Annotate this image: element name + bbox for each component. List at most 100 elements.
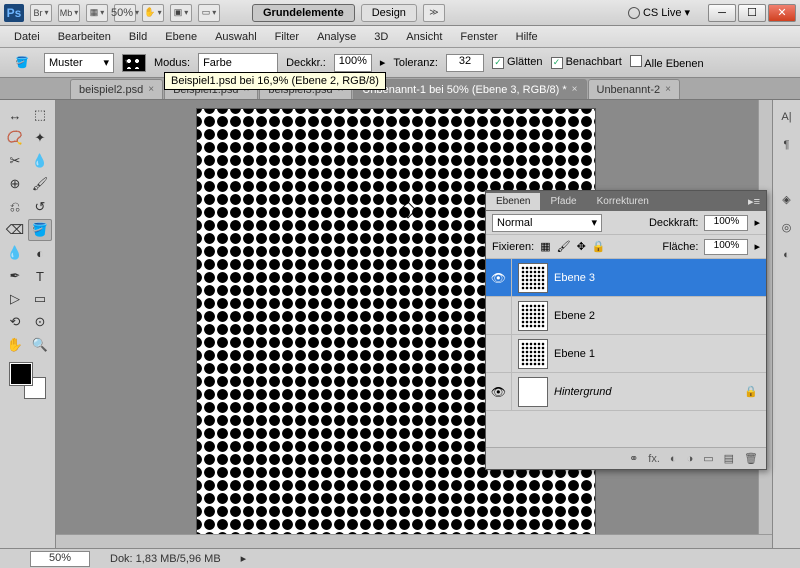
fx-icon[interactable]: fx. [648, 453, 660, 465]
menu-auswahl[interactable]: Auswahl [207, 28, 265, 46]
type-tool[interactable]: T [28, 265, 52, 287]
path-tool[interactable]: ▷ [3, 288, 27, 310]
view-extras-button[interactable]: ▦ [86, 4, 108, 22]
menu-ebene[interactable]: Ebene [157, 28, 205, 46]
screen-mode-button[interactable]: ▭ [198, 4, 220, 22]
visibility-toggle[interactable]: 👁 [486, 373, 512, 410]
mode-select[interactable]: Farbe [198, 53, 278, 73]
close-button[interactable]: ✕ [768, 4, 796, 22]
brush-tool[interactable]: 🖌 [28, 173, 52, 195]
lock-all-icon[interactable]: 🔒 [592, 240, 606, 253]
close-icon[interactable]: × [665, 84, 671, 95]
layer-thumb[interactable] [518, 263, 548, 293]
visibility-toggle[interactable]: 👁 [486, 259, 512, 296]
lock-position-icon[interactable]: ✥ [577, 240, 586, 253]
group-icon[interactable]: ▭ [703, 452, 713, 465]
stamp-tool[interactable]: ⎌ [3, 196, 27, 218]
cslive-button[interactable]: CS Live ▾ [622, 4, 696, 21]
menu-filter[interactable]: Filter [267, 28, 307, 46]
maximize-button[interactable]: ☐ [738, 4, 766, 22]
fg-color-swatch[interactable] [10, 363, 32, 385]
shape-tool[interactable]: ▭ [28, 288, 52, 310]
hand-tool-button[interactable]: ✋ [142, 4, 164, 22]
wand-tool[interactable]: ✦ [28, 127, 52, 149]
tab-unbenannt2[interactable]: Unbenannt-2× [588, 79, 680, 99]
bucket-tool[interactable]: 🪣 [28, 219, 52, 241]
tab-beispiel2[interactable]: beispiel2.psd× [70, 79, 163, 99]
eraser-tool[interactable]: ⌫ [3, 219, 27, 241]
layer-opacity-input[interactable]: 100% [704, 215, 748, 231]
paths-panel-icon[interactable]: ◐ [776, 244, 798, 266]
workspace-grundelemente[interactable]: Grundelemente [252, 4, 355, 22]
menu-3d[interactable]: 3D [366, 28, 396, 46]
heal-tool[interactable]: ⊕ [3, 173, 27, 195]
menu-fenster[interactable]: Fenster [452, 28, 505, 46]
bridge-button[interactable]: Br [30, 4, 52, 22]
link-layers-icon[interactable]: ⚭ [629, 452, 638, 465]
close-icon[interactable]: × [572, 84, 578, 95]
lasso-tool[interactable]: 📿 [3, 127, 27, 149]
zoom-tool[interactable]: 🔍 [28, 334, 52, 356]
pen-tool[interactable]: ✒ [3, 265, 27, 287]
layer-row[interactable]: Ebene 1 [486, 335, 766, 373]
history-brush-tool[interactable]: ↺ [28, 196, 52, 218]
blend-mode-select[interactable]: Normal▾ [492, 214, 602, 232]
minimize-button[interactable]: ─ [708, 4, 736, 22]
panel-menu-icon[interactable]: ▸≡ [742, 195, 766, 208]
3d-tool[interactable]: ⟲ [3, 311, 27, 333]
arrange-button[interactable]: ▣ [170, 4, 192, 22]
horizontal-scrollbar[interactable] [56, 534, 772, 548]
antialias-checkbox[interactable]: ✓ Glätten [492, 56, 543, 69]
tolerance-input[interactable]: 32 [446, 54, 484, 72]
channels-panel-icon[interactable]: ◎ [776, 216, 798, 238]
layer-name[interactable]: Ebene 3 [554, 272, 595, 284]
panel-tab-ebenen[interactable]: Ebenen [486, 193, 540, 210]
fill-source-select[interactable]: Muster▾ [44, 53, 114, 73]
close-icon[interactable]: × [148, 84, 154, 95]
layer-thumb[interactable] [518, 339, 548, 369]
dodge-tool[interactable]: ◐ [28, 242, 52, 264]
move-tool[interactable]: ↔ [3, 104, 27, 126]
layer-name[interactable]: Ebene 1 [554, 348, 595, 360]
layer-row[interactable]: 👁 Ebene 3 [486, 259, 766, 297]
pattern-swatch[interactable] [122, 54, 146, 72]
paragraph-panel-icon[interactable]: ¶ [776, 134, 798, 156]
menu-bearbeiten[interactable]: Bearbeiten [50, 28, 119, 46]
lock-transparency-icon[interactable]: ▦ [540, 240, 550, 253]
adjustment-icon[interactable]: ◑ [687, 453, 694, 465]
crop-tool[interactable]: ✂ [3, 150, 27, 172]
layers-panel-icon[interactable]: ◈ [776, 188, 798, 210]
layer-name[interactable]: Ebene 2 [554, 310, 595, 322]
zoom-dropdown[interactable]: 50% [114, 4, 136, 22]
new-layer-icon[interactable]: ▤ [724, 452, 734, 465]
menu-bild[interactable]: Bild [121, 28, 155, 46]
lock-pixels-icon[interactable]: 🖌 [557, 240, 571, 253]
menu-hilfe[interactable]: Hilfe [508, 28, 546, 46]
tab-unbenannt1[interactable]: Unbenannt-1 bei 50% (Ebene 3, RGB/8) *× [353, 79, 586, 99]
blur-tool[interactable]: 💧 [3, 242, 27, 264]
menu-datei[interactable]: Datei [6, 28, 48, 46]
color-swatches[interactable] [10, 363, 46, 399]
visibility-toggle[interactable] [486, 297, 512, 334]
marquee-tool[interactable]: ⬚ [28, 104, 52, 126]
eyedropper-tool[interactable]: 💧 [28, 150, 52, 172]
all-layers-checkbox[interactable]: Alle Ebenen [630, 55, 704, 70]
layer-name[interactable]: Hintergrund [554, 386, 611, 398]
layer-row[interactable]: Ebene 2 [486, 297, 766, 335]
character-panel-icon[interactable]: A| [776, 106, 798, 128]
trash-icon[interactable]: 🗑 [744, 452, 758, 465]
hand-tool[interactable]: ✋ [3, 334, 27, 356]
layer-thumb[interactable] [518, 301, 548, 331]
panel-tab-korrekturen[interactable]: Korrekturen [587, 193, 659, 210]
mask-icon[interactable]: ◐ [670, 453, 677, 465]
minibridge-button[interactable]: Mb [58, 4, 80, 22]
menu-ansicht[interactable]: Ansicht [398, 28, 450, 46]
opacity-input[interactable]: 100% [334, 54, 372, 72]
contiguous-checkbox[interactable]: ✓ Benachbart [551, 56, 622, 69]
panel-tab-pfade[interactable]: Pfade [540, 193, 586, 210]
visibility-toggle[interactable] [486, 335, 512, 372]
menu-analyse[interactable]: Analyse [309, 28, 364, 46]
layer-fill-input[interactable]: 100% [704, 239, 748, 255]
layer-row[interactable]: 👁 Hintergrund 🔒 [486, 373, 766, 411]
workspace-design[interactable]: Design [361, 4, 417, 22]
